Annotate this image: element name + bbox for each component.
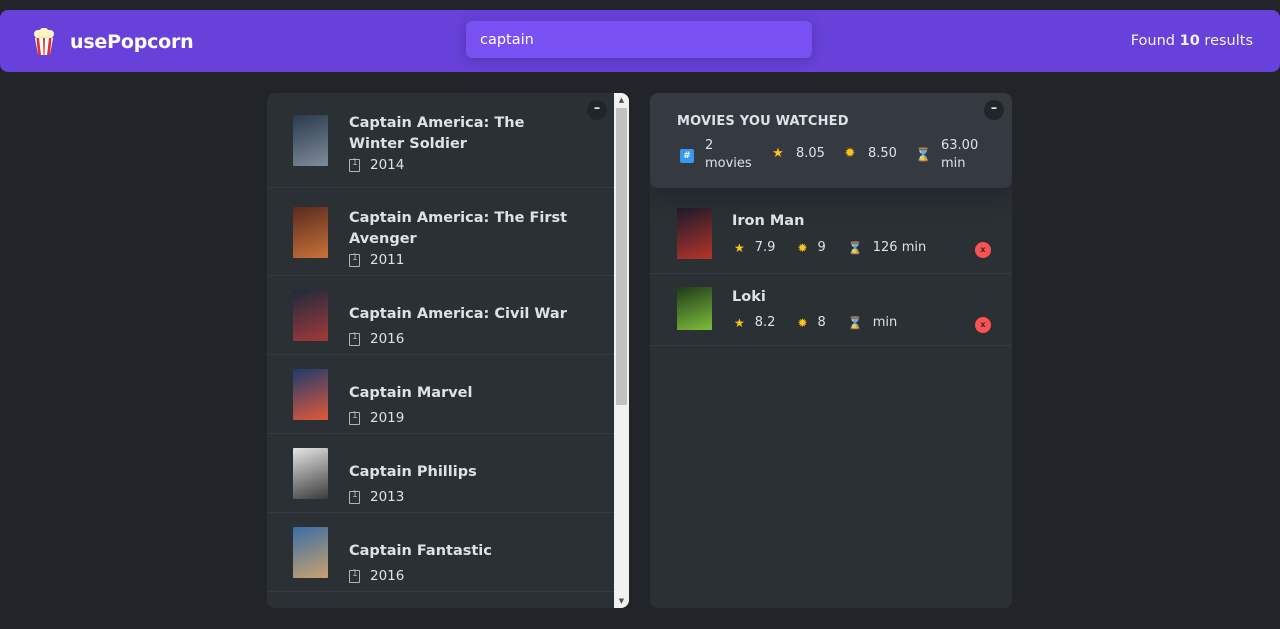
results-count: Found 10 results	[1131, 33, 1253, 49]
watched-movie-title: Iron Man	[732, 213, 805, 229]
hourglass-icon: ⌛	[915, 147, 932, 163]
calendar-icon	[349, 411, 360, 425]
user-rating-stat: ✹ 8.50	[842, 146, 897, 161]
watched-imdb-rating: 8.2	[754, 315, 776, 330]
runtime-stat: ⌛ 63.00 min	[915, 137, 978, 173]
watched-user-rating: 9	[817, 240, 826, 255]
results-number: 10	[1179, 33, 1200, 49]
hash-icon: #	[679, 147, 695, 163]
search-input[interactable]	[466, 21, 812, 58]
movie-list-item[interactable]: Captain America: The First Avenger 2011	[267, 188, 614, 276]
calendar-icon	[349, 332, 360, 346]
sun-icon: ✹	[797, 315, 808, 330]
movie-poster	[293, 369, 328, 420]
collapse-results-button[interactable]: –	[587, 100, 607, 120]
calendar-icon	[349, 569, 360, 583]
watched-movie-item: Iron Man ★ 7.9 ✹ 9 ⌛ 126 min x	[650, 188, 1012, 274]
scroll-thumb[interactable]	[616, 108, 627, 405]
watched-movie-poster	[677, 287, 712, 330]
movie-year-value: 2019	[370, 410, 405, 426]
watched-user-rating: 8	[817, 315, 826, 330]
sun-icon: ✹	[844, 146, 856, 161]
search-results-panel: Captain America: The Winter Soldier2014C…	[267, 93, 629, 608]
star-icon: ★	[734, 240, 745, 255]
scroll-up-arrow-icon[interactable]: ▲	[614, 93, 629, 107]
movie-title: Captain America: Civil War	[349, 306, 567, 322]
movie-title: Captain America: The First Avenger	[349, 210, 568, 247]
movie-year-value: 2016	[370, 331, 405, 347]
imdb-rating-stat: ★ 8.05	[770, 146, 825, 161]
watched-movie-poster	[677, 208, 712, 259]
movie-year-value: 2011	[370, 252, 405, 268]
movie-list[interactable]: Captain America: The Winter Soldier2014C…	[267, 93, 614, 608]
movie-year: 2014	[349, 157, 404, 173]
hourglass-icon: ⌛	[847, 240, 863, 255]
movie-list-item[interactable]: Captain America: Civil War 2016	[267, 276, 614, 355]
movie-title: Captain Marvel	[349, 385, 473, 401]
star-icon: ★	[772, 146, 784, 161]
scroll-down-arrow-icon[interactable]: ▼	[614, 594, 629, 608]
calendar-icon	[349, 158, 360, 172]
movies-label: movies	[705, 156, 752, 171]
movie-year: 2016	[349, 331, 404, 347]
watched-summary: MOVIES YOU WATCHED # 2 movies ★ 8.05 ✹ 8…	[650, 93, 1012, 188]
delete-watched-button[interactable]: x	[975, 242, 991, 258]
calendar-icon	[349, 253, 360, 267]
watched-movie-stats: ★ 8.2 ✹ 8 ⌛ min	[734, 315, 919, 330]
scrollbar[interactable]: ▲ ▼	[614, 93, 629, 608]
calendar-icon	[349, 490, 360, 504]
movies-count-stat: # 2 movies	[679, 137, 752, 173]
watched-imdb-rating: 7.9	[754, 240, 776, 255]
movie-list-item[interactable]: Captain Marvel 2019	[267, 355, 614, 434]
star-icon: ★	[734, 315, 745, 330]
avg-user-rating: 8.50	[868, 146, 897, 161]
movie-list-item[interactable]: Captain Fantastic 2016	[267, 513, 614, 592]
movie-poster	[293, 448, 328, 499]
watched-panel: MOVIES YOU WATCHED # 2 movies ★ 8.05 ✹ 8…	[650, 93, 1012, 608]
avg-imdb-rating: 8.05	[796, 146, 825, 161]
app-name: usePopcorn	[70, 31, 194, 53]
results-suffix: results	[1204, 33, 1253, 49]
movie-poster	[293, 207, 328, 258]
movie-title: Captain Phillips	[349, 464, 477, 480]
sun-icon: ✹	[797, 240, 808, 255]
popcorn-icon	[34, 28, 54, 55]
movie-list-item[interactable]: Captain America: The Winter Soldier 2014	[267, 93, 614, 188]
top-strip	[0, 0, 1280, 10]
results-prefix: Found	[1130, 33, 1176, 49]
collapse-watched-button[interactable]: –	[984, 100, 1004, 120]
movie-year-value: 2013	[370, 489, 405, 505]
movie-year: 2013	[349, 489, 404, 505]
summary-title: MOVIES YOU WATCHED	[677, 114, 849, 129]
runtime-unit: min	[941, 156, 966, 171]
watched-runtime: min	[872, 315, 898, 330]
avg-runtime: 63.00	[941, 138, 979, 153]
watched-runtime: 126 min	[872, 240, 927, 255]
movie-year-value: 2016	[370, 568, 405, 584]
movie-year: 2019	[349, 410, 404, 426]
movie-list-item[interactable]: Captain Phillips 2013	[267, 434, 614, 513]
movie-poster	[293, 527, 328, 578]
watched-movie-item: Loki ★ 8.2 ✹ 8 ⌛ min x	[650, 274, 1012, 346]
hourglass-icon: ⌛	[847, 315, 863, 330]
delete-watched-button[interactable]: x	[975, 317, 991, 333]
movie-year: 2011	[349, 252, 404, 268]
navbar: usePopcorn Found 10 results	[0, 10, 1280, 72]
movie-year-value: 2014	[370, 157, 405, 173]
movie-poster	[293, 290, 328, 341]
logo: usePopcorn	[32, 28, 194, 56]
movie-title: Captain Fantastic	[349, 543, 492, 559]
movie-year: 2016	[349, 568, 404, 584]
watched-movie-stats: ★ 7.9 ✹ 9 ⌛ 126 min	[734, 240, 948, 255]
movie-title: Captain America: The Winter Soldier	[349, 115, 525, 152]
movies-count: 2	[705, 138, 714, 153]
watched-movie-title: Loki	[732, 289, 766, 305]
movie-poster	[293, 115, 328, 166]
